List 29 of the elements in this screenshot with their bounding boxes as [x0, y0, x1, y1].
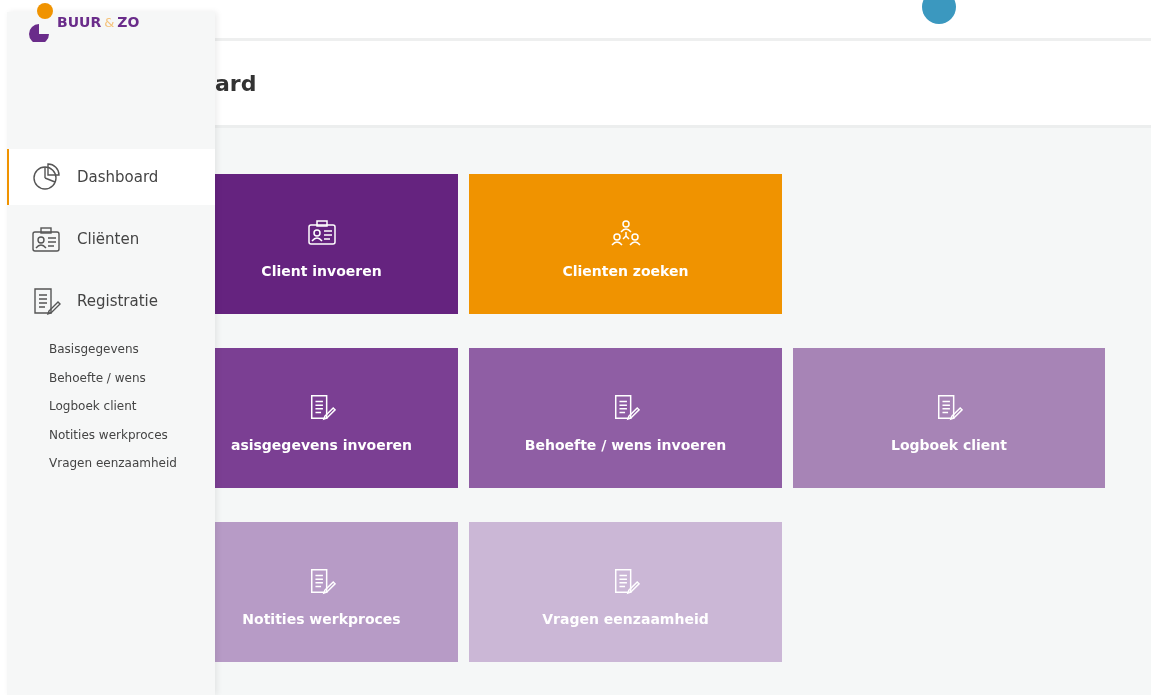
avatar[interactable] — [922, 0, 956, 24]
submenu-link[interactable]: Vragen eenzaamheid — [49, 449, 215, 478]
nav-item[interactable]: Registratie — [7, 273, 215, 329]
nav-item[interactable]: Cliënten — [7, 211, 215, 267]
submenu-link[interactable]: Basisgegevens — [49, 335, 215, 364]
people-network-icon — [610, 219, 641, 247]
tile-label: Vragen eenzaamheid — [542, 611, 709, 627]
submenu-link[interactable]: Logboek client — [49, 392, 215, 421]
document-pen-icon — [31, 286, 61, 316]
logo-word: BUUR — [57, 14, 102, 30]
tile-label: Client invoeren — [261, 263, 382, 279]
submenu-link[interactable]: Behoefte / wens — [49, 363, 215, 392]
page-title: ard — [215, 70, 257, 96]
tile-label: Logboek client — [891, 437, 1007, 453]
dashboard-tile[interactable]: Client invoeren — [215, 174, 458, 314]
tile-label: asisgegevens invoeren — [230, 437, 413, 453]
submenu-link[interactable]: Notities werkproces — [49, 420, 215, 449]
logo-word: ZO — [117, 14, 140, 30]
dashboard-tile[interactable]: Behoefte / wens invoeren — [469, 348, 782, 488]
tile-label: Behoefte / wens invoeren — [524, 437, 727, 453]
document-pen-icon — [935, 393, 963, 421]
logo-ampersand: & — [104, 14, 115, 30]
tile-label: Notities werkproces — [242, 611, 401, 627]
nav-item[interactable]: Dashboard — [7, 149, 215, 205]
pie-chart-icon — [31, 162, 61, 192]
id-card-icon — [31, 224, 61, 254]
dashboard-tile[interactable]: asisgegevens invoeren — [215, 348, 458, 488]
id-card-icon — [306, 219, 337, 247]
tile-label: Clienten zoeken — [562, 263, 689, 279]
